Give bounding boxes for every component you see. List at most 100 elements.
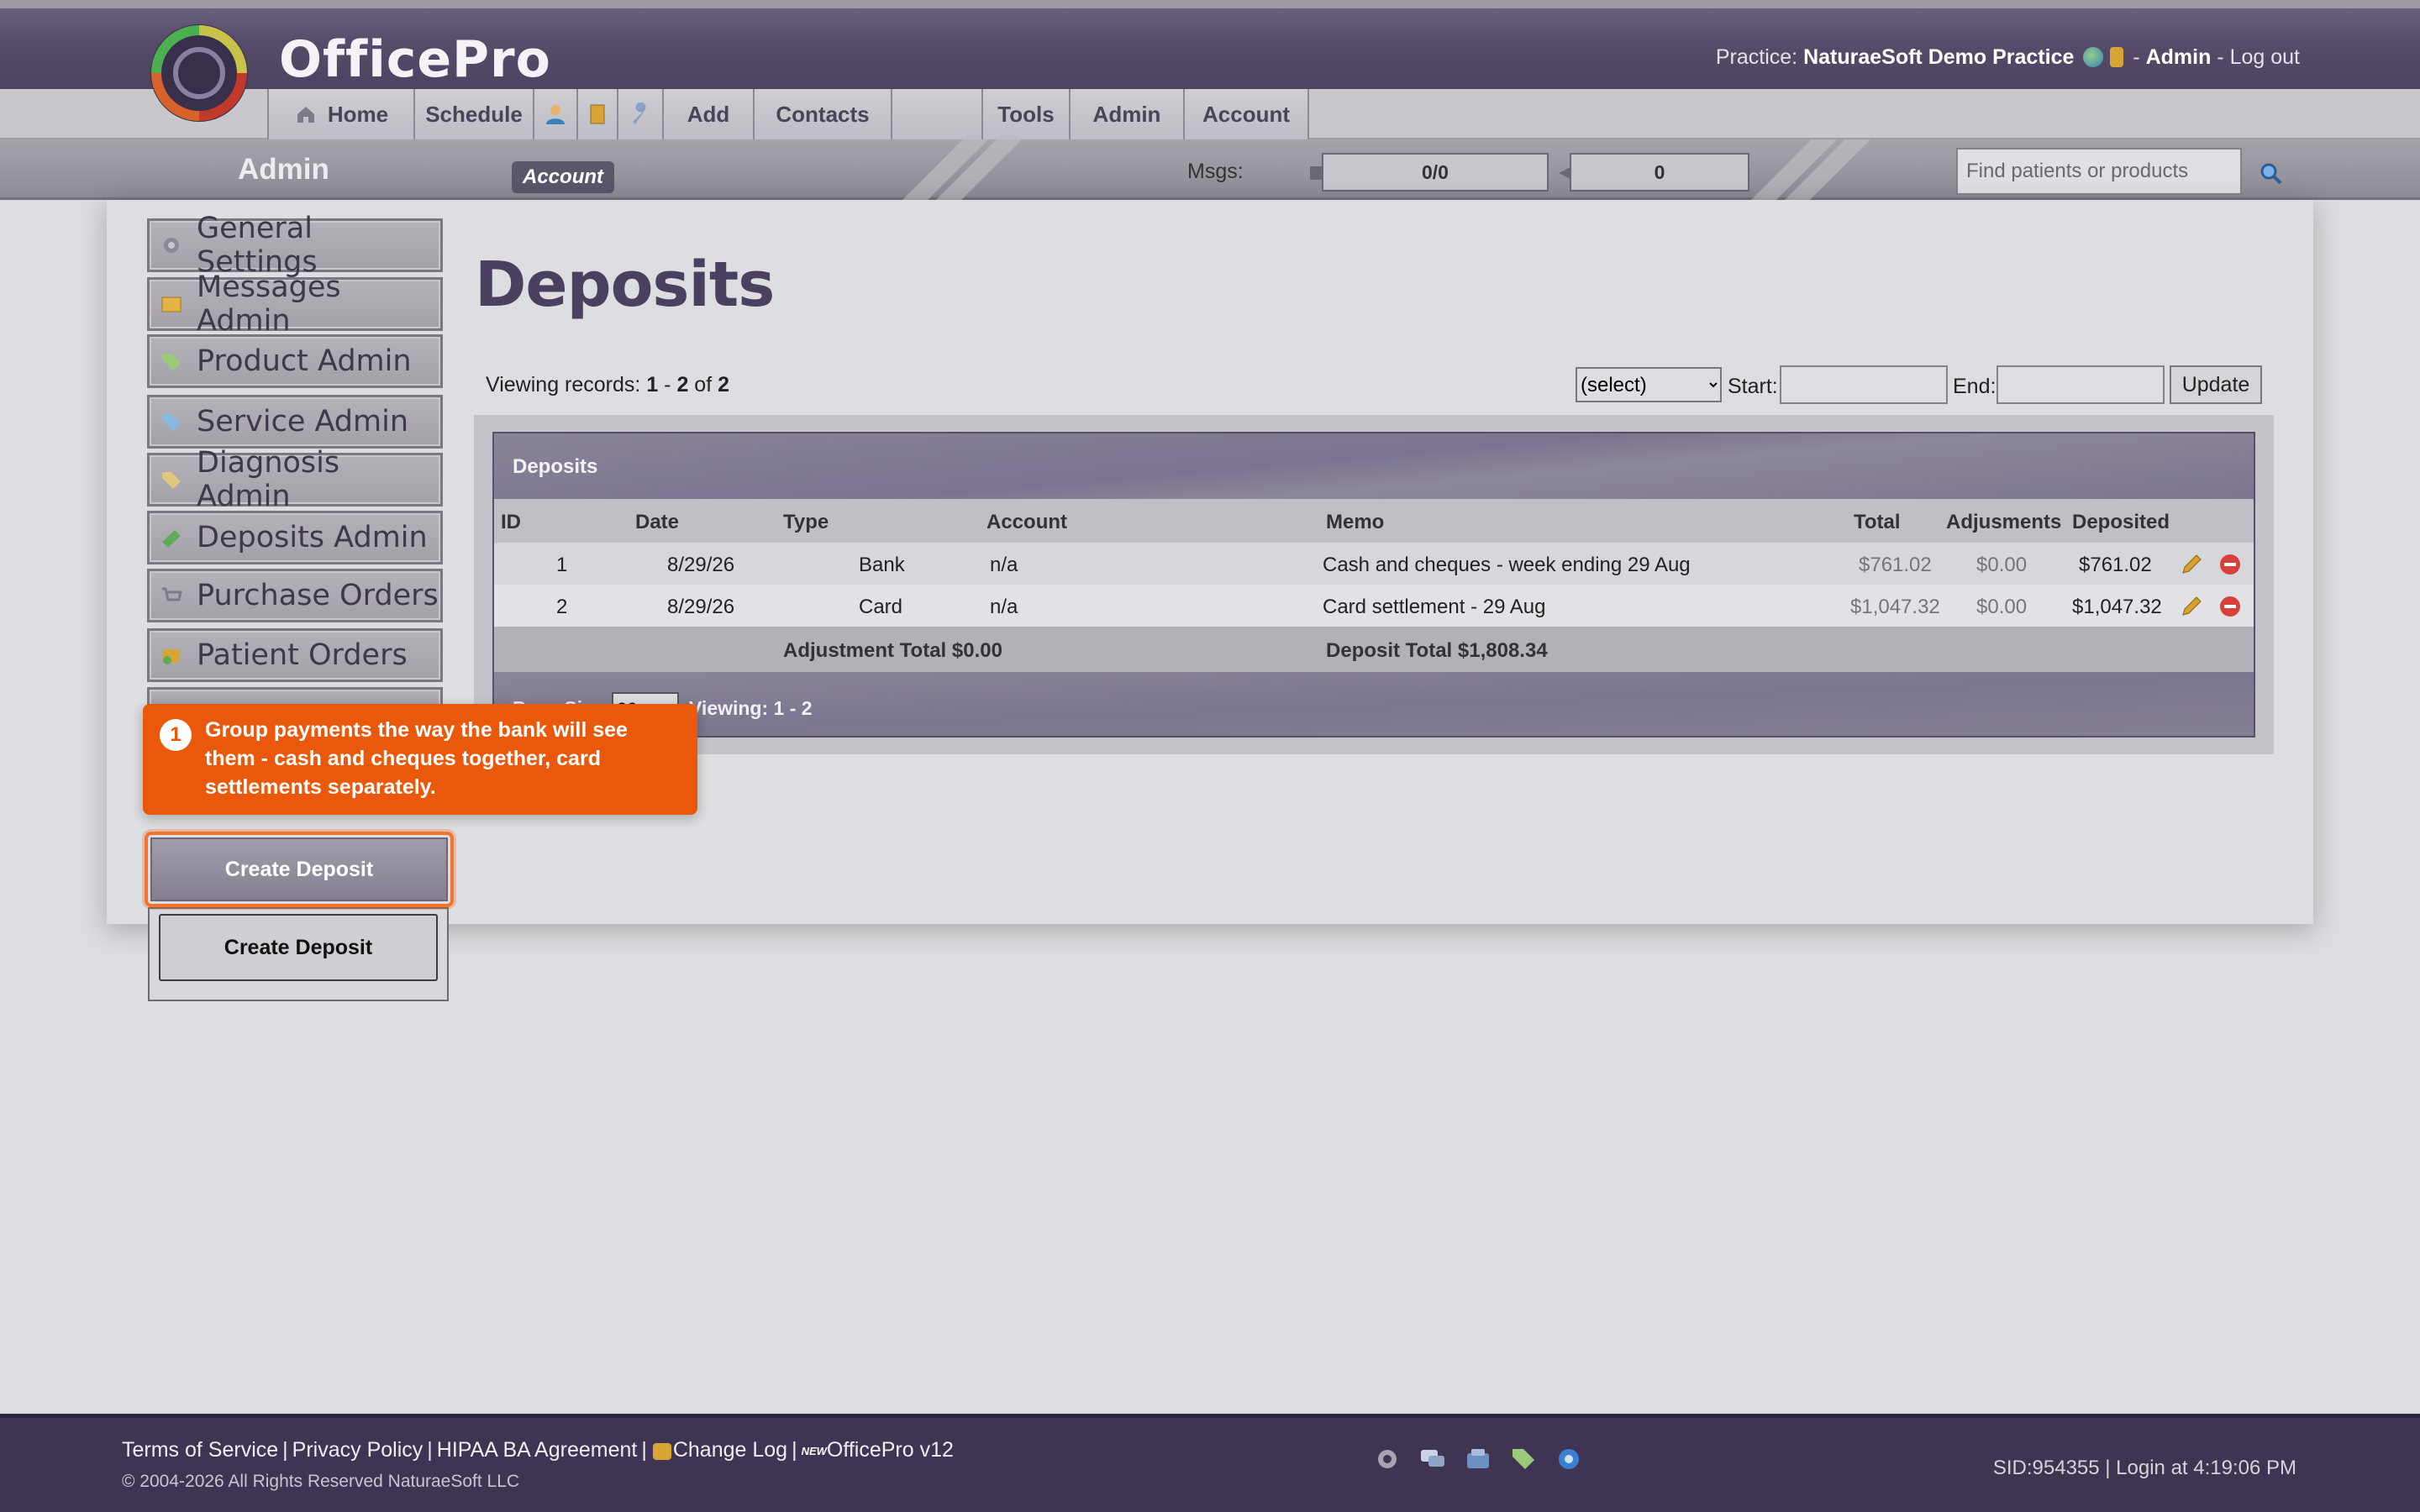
tab-tools[interactable]: Tools [981, 89, 1071, 139]
cell-total: $761.02 [1859, 554, 1932, 576]
tab-contacts[interactable]: Contacts [753, 89, 892, 139]
col-id[interactable]: ID [501, 511, 521, 534]
search-icon[interactable] [2257, 160, 2286, 188]
cell-account: n/a [990, 596, 1018, 618]
tab-notebook[interactable] [576, 89, 618, 139]
sidebar-item-patient-orders[interactable]: Patient Orders [147, 628, 443, 682]
sub-header: Admin Account Msgs: 0/0 0 [0, 139, 2420, 200]
table-row[interactable]: 1 8/29/26 Bank n/a Cash and cheques - we… [494, 543, 2254, 585]
totals-row: Adjustment Total $0.00 Deposit Total $1,… [494, 627, 2254, 672]
start-label: Start: [1728, 375, 1778, 398]
col-type[interactable]: Type [783, 511, 829, 534]
tab-account[interactable]: Account [1183, 89, 1309, 139]
practice-name[interactable]: NaturaeSoft Demo Practice [1803, 45, 2074, 69]
col-memo[interactable]: Memo [1326, 511, 1384, 534]
tab-add-label: Add [687, 101, 730, 127]
cell-account: n/a [990, 554, 1018, 576]
update-button[interactable]: Update [2170, 365, 2262, 404]
cell-total: $1,047.32 [1850, 596, 1940, 618]
edit-icon[interactable] [2180, 595, 2203, 618]
tag-icon [162, 472, 181, 489]
tab-add[interactable]: Add [662, 89, 755, 139]
end-date-input[interactable] [1996, 365, 2165, 404]
tab-admin[interactable]: Admin [1069, 89, 1185, 139]
msgs-count[interactable]: 0/0 [1322, 153, 1549, 192]
globe-icon[interactable] [2083, 47, 2104, 67]
changelog-link[interactable]: Change Log [673, 1438, 787, 1462]
new-badge: NEW [801, 1445, 827, 1457]
session-info: SID:954355 | Login at 4:19:06 PM [1992, 1457, 2296, 1479]
adjustment-total: Adjustment Total $0.00 [783, 639, 1002, 662]
cell-date: 8/29/26 [667, 596, 735, 618]
search-input[interactable] [1956, 148, 2242, 195]
cell-memo: Cash and cheques - week ending 29 Aug [1323, 554, 1691, 576]
step-badge: 1 [160, 719, 192, 751]
logout-link[interactable]: Log out [2230, 45, 2300, 69]
grid-viewing: Viewing: 1 - 2 [689, 697, 813, 719]
table-row[interactable]: 2 8/29/26 Card n/a Card settlement - 29 … [494, 585, 2254, 627]
sidebar-item-label: Patient Orders [197, 638, 408, 672]
cell-deposited: $761.02 [2079, 554, 2152, 576]
date-filter-select[interactable]: (select) [1576, 367, 1722, 402]
col-deposited[interactable]: Deposited [2072, 511, 2170, 534]
delete-icon[interactable] [2218, 553, 2242, 576]
page-title: Deposits [475, 249, 775, 321]
sidebar-item-label: Diagnosis Admin [197, 446, 340, 513]
viewing-from: 1 [646, 373, 659, 396]
tab-admin-label: Admin [1092, 101, 1161, 127]
sidebar-item-purchase-orders[interactable]: Purchase Orders [147, 569, 443, 622]
viewing-total: 2 [718, 373, 729, 396]
tab-schedule[interactable]: Schedule [413, 89, 534, 139]
edit-icon[interactable] [2180, 553, 2203, 576]
box-icon [163, 649, 180, 664]
sidebar-item-product-admin[interactable]: Product Admin [147, 334, 443, 388]
practice-label: Practice: [1715, 45, 1798, 69]
create-deposit-submit-button[interactable]: Create Deposit [159, 914, 438, 981]
officepro-logo-icon[interactable] [145, 18, 254, 128]
account-button[interactable]: Account [512, 161, 614, 193]
col-adjustments[interactable]: Adjusments [1946, 511, 2061, 534]
hipaa-link[interactable]: HIPAA BA Agreement [437, 1438, 638, 1462]
tab-blank[interactable] [891, 89, 983, 139]
sidebar-item-diagnosis-admin[interactable]: Diagnosis Admin [147, 446, 443, 513]
chat-icon[interactable] [1418, 1445, 1447, 1473]
viewing-to: 2 [676, 373, 689, 396]
tab-tools-icon[interactable] [617, 89, 664, 139]
sidebar-item-service-admin[interactable]: Service Admin [147, 395, 443, 449]
tab-contacts-label: Contacts [776, 101, 870, 127]
home-icon [297, 107, 314, 123]
sidebar-item-label: Service Admin [197, 405, 409, 438]
col-account[interactable]: Account [986, 511, 1067, 534]
sidebar-item-messages-admin[interactable]: Messages Admin [147, 270, 443, 338]
grid-caption: Deposits [513, 455, 598, 478]
sidebar-item-general-settings[interactable]: General Settings [147, 212, 443, 279]
grid-footer: Page Size: 20 Viewing: 1 - 2 [494, 672, 2254, 736]
footer: Terms of Service | Privacy Policy | HIPAA BA… [0, 1414, 2420, 1512]
notebook-icon[interactable] [2110, 47, 2124, 67]
tag-icon [162, 414, 181, 431]
delete-icon[interactable] [2218, 595, 2242, 618]
sidebar-item-label: Deposits Admin [197, 521, 428, 554]
start-date-input[interactable] [1780, 365, 1948, 404]
tab-home[interactable]: Home [267, 89, 415, 139]
cell-memo: Card settlement - 29 Aug [1323, 596, 1546, 618]
terms-link[interactable]: Terms of Service [122, 1438, 278, 1462]
cell-date: 8/29/26 [667, 554, 735, 576]
user-link[interactable]: Admin [2146, 45, 2212, 69]
sidebar-item-label: Product Admin [197, 344, 412, 378]
sidebar-item-deposits-admin[interactable]: Deposits Admin [147, 511, 443, 564]
tag-icon[interactable] [1509, 1445, 1538, 1473]
tab-patient[interactable] [533, 89, 578, 139]
help-icon[interactable] [1555, 1445, 1583, 1473]
phone-icon[interactable] [1464, 1445, 1492, 1473]
cell-type: Bank [859, 554, 905, 576]
col-date[interactable]: Date [635, 511, 679, 534]
col-total[interactable]: Total [1854, 511, 1901, 534]
version-link[interactable]: OfficePro v12 [827, 1438, 954, 1462]
outbox-count[interactable]: 0 [1570, 153, 1749, 192]
privacy-link[interactable]: Privacy Policy [292, 1438, 424, 1462]
footer-links: Terms of Service | Privacy Policy | HIPAA BA… [122, 1438, 954, 1462]
envelope-icon [161, 297, 182, 312]
gear-icon[interactable] [1373, 1445, 1402, 1473]
copyright: © 2004-2026 All Rights Reserved NaturaeS… [122, 1472, 520, 1491]
